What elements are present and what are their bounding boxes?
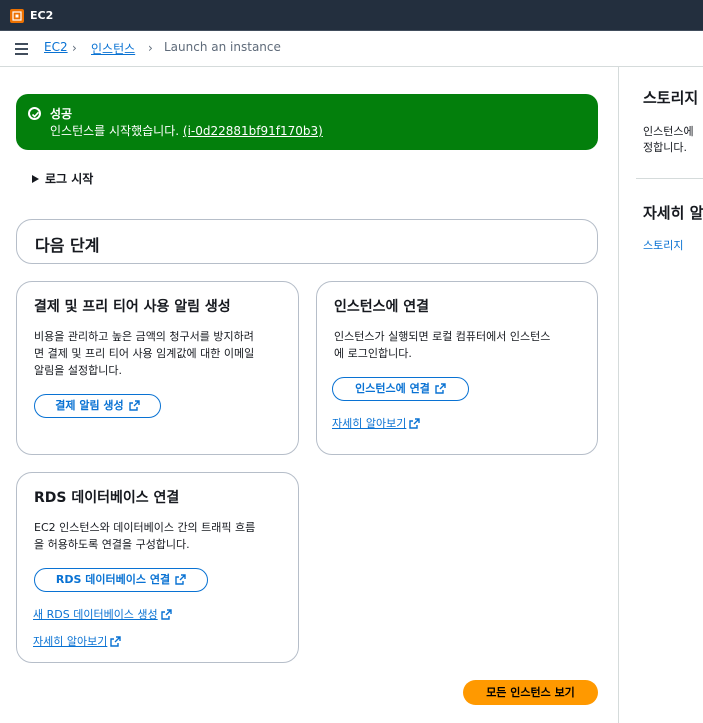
- top-bar: EC2: [0, 0, 703, 31]
- rds-card-title: RDS 데이터베이스 연결: [34, 490, 180, 506]
- success-flash: 성공 인스턴스를 시작했습니다. (i-0d22881bf91f170b3): [16, 94, 598, 150]
- service-name[interactable]: EC2: [30, 9, 53, 22]
- caret-right-icon: [32, 175, 39, 183]
- connect-desc-line: 에 로그인합니다.: [334, 347, 412, 360]
- help-panel: 스토리지 인스턴스에 정합니다. 자세히 알 스토리지: [618, 67, 703, 723]
- menu-icon[interactable]: [15, 43, 28, 55]
- billing-desc-line: 알림을 설정합니다.: [34, 364, 122, 377]
- external-link-icon: [110, 636, 122, 647]
- rds-card-description: EC2 인스턴스와 데이터베이스 간의 트래픽 흐름 을 허용하도록 연결을 구…: [34, 519, 255, 553]
- help-panel-text: 인스턴스에 정합니다.: [643, 124, 703, 156]
- view-all-instances-button[interactable]: 모든 인스턴스 보기: [463, 680, 598, 705]
- connect-card-description: 인스턴스가 실행되면 로컬 컴퓨터에서 인스턴스 에 로그인합니다.: [334, 328, 550, 362]
- connect-instance-card: 인스턴스에 연결 인스턴스가 실행되면 로컬 컴퓨터에서 인스턴스 에 로그인합…: [316, 281, 598, 455]
- help-panel-divider: [636, 178, 703, 179]
- billing-desc-line: 비용을 관리하고 높은 금액의 청구서를 방지하려: [34, 330, 254, 343]
- rds-learn-more-label: 자세히 알아보기: [33, 635, 108, 648]
- external-link-icon: [160, 609, 172, 620]
- launch-log-toggle[interactable]: 로그 시작: [32, 170, 93, 187]
- help-text-line: 정합니다.: [643, 141, 687, 154]
- rds-learn-more-link[interactable]: 자세히 알아보기: [33, 633, 122, 649]
- connect-learn-more-label: 자세히 알아보기: [332, 417, 407, 430]
- create-rds-label: 새 RDS 데이터베이스 생성: [33, 608, 158, 621]
- help-panel-storage-link[interactable]: 스토리지: [643, 237, 683, 253]
- connect-instance-button[interactable]: 인스턴스에 연결: [332, 377, 469, 401]
- flash-message: 인스턴스를 시작했습니다. (i-0d22881bf91f170b3): [50, 122, 323, 139]
- billing-desc-line: 면 결제 및 프리 티어 사용 임계값에 대한 이메일: [34, 347, 255, 360]
- create-rds-link[interactable]: 새 RDS 데이터베이스 생성: [33, 606, 172, 622]
- rds-desc-line: 을 허용하도록 연결을 구성합니다.: [34, 538, 190, 551]
- external-link-icon: [128, 400, 140, 411]
- create-billing-alert-button[interactable]: 결제 알림 생성: [34, 394, 161, 418]
- breadcrumb-instances[interactable]: 인스턴스: [91, 40, 135, 57]
- create-billing-alert-label: 결제 알림 생성: [55, 399, 124, 412]
- help-text-line: 인스턴스에: [643, 125, 694, 138]
- flash-title: 성공: [50, 107, 73, 121]
- rds-desc-line: EC2 인스턴스와 데이터베이스 간의 트래픽 흐름: [34, 521, 256, 534]
- chevron-right-icon: ›: [72, 41, 77, 55]
- breadcrumb-bar: EC2 › 인스턴스 › Launch an instance: [0, 31, 703, 67]
- rds-connect-card: RDS 데이터베이스 연결 EC2 인스턴스와 데이터베이스 간의 트래픽 흐름…: [16, 472, 299, 663]
- billing-card-description: 비용을 관리하고 높은 금액의 청구서를 방지하려 면 결제 및 프리 티어 사…: [34, 328, 254, 379]
- connect-card-title: 인스턴스에 연결: [334, 299, 430, 315]
- external-link-icon: [175, 574, 186, 585]
- connect-desc-line: 인스턴스가 실행되면 로컬 컴퓨터에서 인스턴스: [334, 330, 551, 343]
- connect-learn-more-link[interactable]: 자세히 알아보기: [332, 415, 421, 431]
- billing-alert-card: 결제 및 프리 티어 사용 알림 생성 비용을 관리하고 높은 금액의 청구서를…: [16, 281, 299, 455]
- connect-rds-button[interactable]: RDS 데이터베이스 연결: [34, 568, 208, 592]
- next-steps-heading: 다음 단계: [35, 236, 100, 255]
- ec2-service-icon[interactable]: [10, 9, 24, 23]
- breadcrumb-ec2[interactable]: EC2: [44, 40, 68, 54]
- launch-log-label: 로그 시작: [45, 172, 94, 186]
- success-check-icon: [28, 107, 41, 120]
- flash-message-text: 인스턴스를 시작했습니다.: [50, 124, 180, 138]
- connect-rds-label: RDS 데이터베이스 연결: [55, 573, 171, 586]
- billing-card-title: 결제 및 프리 티어 사용 알림 생성: [34, 299, 231, 315]
- help-panel-learn-more-heading: 자세히 알: [643, 204, 703, 222]
- chevron-right-icon: ›: [148, 41, 153, 55]
- connect-instance-label: 인스턴스에 연결: [355, 382, 430, 395]
- next-steps-header: 다음 단계: [16, 219, 598, 264]
- breadcrumb-current: Launch an instance: [164, 40, 281, 54]
- instance-id-link[interactable]: (i-0d22881bf91f170b3): [183, 124, 323, 138]
- external-link-icon: [435, 383, 446, 394]
- help-panel-title: 스토리지: [643, 89, 699, 107]
- external-link-icon: [409, 418, 421, 429]
